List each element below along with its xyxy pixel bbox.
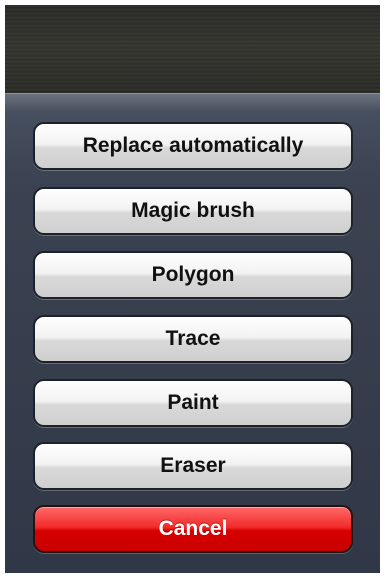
magic-brush-label: Magic brush <box>131 199 255 222</box>
paint-button[interactable]: Paint <box>33 379 353 427</box>
polygon-button[interactable]: Polygon <box>33 251 353 299</box>
background-image <box>5 5 380 93</box>
cancel-button[interactable]: Cancel <box>33 505 353 553</box>
polygon-label: Polygon <box>151 263 235 286</box>
paint-label: Paint <box>167 391 219 414</box>
trace-button[interactable]: Trace <box>33 315 353 363</box>
action-sheet-highlight <box>5 94 380 112</box>
replace-automatically-label: Replace automatically <box>82 134 304 157</box>
screen: Replace automatically Magic brush Polygo… <box>0 0 385 578</box>
action-sheet: Replace automatically Magic brush Polygo… <box>5 93 380 573</box>
replace-automatically-button[interactable]: Replace automatically <box>33 122 353 170</box>
eraser-button[interactable]: Eraser <box>33 442 353 490</box>
eraser-label: Eraser <box>160 454 226 477</box>
trace-label: Trace <box>165 327 221 350</box>
magic-brush-button[interactable]: Magic brush <box>33 187 353 235</box>
cancel-label: Cancel <box>158 517 228 540</box>
